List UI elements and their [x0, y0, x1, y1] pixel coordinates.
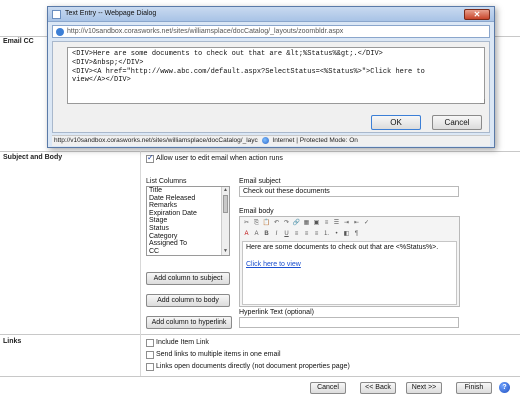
next-button[interactable]: Next >> — [406, 382, 442, 394]
email-body-editor[interactable]: ✂ ⎘ 📋 ↶ ↷ 🔗 ▦ ▣ ≡ ☰ ⇥ ⇤ ✓ A A B I U ≡ ≡ ≡ ⒈ • ◧ ¶ Here are some… — [239, 216, 460, 307]
subject-body-label: Subject and Body — [3, 154, 63, 161]
resize-grip-icon[interactable] — [480, 99, 485, 104]
include-item-link-label: Include Item Link — [156, 339, 209, 346]
paste-icon[interactable]: 📋 — [262, 219, 271, 227]
page-icon — [56, 28, 64, 36]
align-center-icon[interactable]: ≡ — [302, 230, 311, 238]
cut-icon[interactable]: ✂ — [242, 219, 251, 227]
bullet-list-icon[interactable]: • — [332, 230, 341, 238]
list-column-item[interactable]: Remarks — [147, 202, 221, 210]
listbox-scrollbar[interactable]: ▲ ▼ — [221, 187, 229, 255]
hyperlink-text-label: Hyperlink Text (optional) — [239, 309, 314, 316]
email-body-label: Email body — [239, 208, 274, 215]
dialog-close-button[interactable]: ✕ — [464, 9, 490, 20]
dialog-status-bar: http://v10sandbox.corasworks.net/sites/w… — [52, 135, 490, 146]
text-entry-dialog[interactable]: Text Entry -- Webpage Dialog ✕ http://v1… — [47, 6, 495, 148]
help-icon[interactable]: ? — [499, 382, 510, 393]
underline-icon[interactable]: U — [282, 230, 291, 238]
list-columns-listbox[interactable]: Title Date Released Remarks Expiration Date… — [146, 186, 230, 256]
align-left-icon[interactable]: ≡ — [292, 230, 301, 238]
dialog-body: <DIV>Here are some documents to check ou… — [52, 41, 490, 133]
list-column-item[interactable]: Status — [147, 225, 221, 233]
outdent-icon[interactable]: ⇤ — [352, 219, 361, 227]
image-icon[interactable]: ▣ — [312, 219, 321, 227]
dialog-address-bar: http://v10sandbox.corasworks.net/sites/w… — [52, 25, 490, 38]
add-column-hyperlink-button[interactable]: Add column to hyperlink — [146, 316, 232, 329]
status-zone: Internet | Protected Mode: On — [272, 137, 358, 144]
email-subject-input[interactable]: Check out these documents — [239, 186, 459, 197]
allow-edit-label: Allow user to edit email when action run… — [156, 155, 283, 162]
list-column-item[interactable]: Assigned To — [147, 240, 221, 248]
list-columns-header: List Columns — [146, 178, 187, 185]
email-body-link[interactable]: Click here to view — [246, 261, 453, 270]
allow-edit-checkbox[interactable] — [146, 153, 154, 163]
links-label: Links — [3, 338, 22, 345]
globe-icon — [261, 136, 269, 144]
editor-toolbar-row-1: ✂ ⎘ 📋 ↶ ↷ 🔗 ▦ ▣ ≡ ☰ ⇥ ⇤ ✓ — [242, 219, 372, 228]
links-open-directly-label: Links open documents directly (not docum… — [156, 363, 350, 370]
dialog-app-icon — [52, 10, 61, 19]
include-item-link-checkbox[interactable] — [146, 339, 154, 347]
cancel-button[interactable]: Cancel — [310, 382, 346, 394]
list-column-item[interactable]: Title — [147, 187, 221, 195]
footer-divider — [0, 376, 520, 377]
scroll-thumb[interactable] — [223, 195, 228, 213]
dialog-title: Text Entry -- Webpage Dialog — [65, 10, 157, 17]
rtl-icon[interactable]: ¶ — [352, 230, 361, 238]
email-cc-label: Email CC — [3, 38, 34, 45]
redo-icon[interactable]: ↷ — [282, 219, 291, 227]
scroll-down-icon[interactable]: ▼ — [222, 248, 229, 255]
back-button[interactable]: << Back — [360, 382, 396, 394]
hyperlink-text-input[interactable] — [239, 317, 459, 328]
dialog-address: http://v10sandbox.corasworks.net/sites/w… — [67, 28, 344, 35]
send-links-multiple-checkbox[interactable] — [146, 351, 154, 359]
undo-icon[interactable]: ↶ — [272, 219, 281, 227]
spell-icon[interactable]: ✓ — [362, 219, 371, 227]
align-right-icon[interactable]: ≡ — [312, 230, 321, 238]
numbered-list-icon[interactable]: ⒈ — [322, 230, 331, 238]
bold-icon[interactable]: B — [262, 230, 271, 238]
italic-icon[interactable]: I — [272, 230, 281, 238]
highlight-icon[interactable]: ◧ — [342, 230, 351, 238]
finish-button[interactable]: Finish — [456, 382, 492, 394]
table-icon[interactable]: ▦ — [302, 219, 311, 227]
add-column-subject-button[interactable]: Add column to subject — [146, 272, 230, 285]
list-icon[interactable]: ☰ — [332, 219, 341, 227]
font-color-icon[interactable]: A — [242, 230, 251, 238]
send-links-multiple-label: Send links to multiple items in one emai… — [156, 351, 281, 358]
html-code-textarea[interactable]: <DIV>Here are some documents to check ou… — [67, 47, 485, 104]
dialog-cancel-button[interactable]: Cancel — [432, 115, 482, 130]
list-column-item[interactable]: CC — [147, 248, 221, 256]
links-column-divider — [140, 334, 141, 376]
email-subject-label: Email subject — [239, 178, 281, 185]
editor-toolbar-row-2: A A B I U ≡ ≡ ≡ ⒈ • ◧ ¶ — [242, 230, 362, 239]
align-icon[interactable]: ≡ — [322, 219, 331, 227]
copy-icon[interactable]: ⎘ — [252, 219, 261, 227]
list-column-item[interactable]: Expiration Date — [147, 210, 221, 218]
scroll-up-icon[interactable]: ▲ — [222, 187, 229, 194]
dialog-ok-button[interactable]: OK — [371, 115, 421, 130]
font-size-icon[interactable]: A — [252, 230, 261, 238]
status-url: http://v10sandbox.corasworks.net/sites/w… — [54, 137, 258, 144]
links-open-directly-checkbox[interactable] — [146, 363, 154, 371]
list-column-item[interactable]: Stage — [147, 217, 221, 225]
list-column-item[interactable]: Category — [147, 233, 221, 241]
list-columns-items: Title Date Released Remarks Expiration Date… — [147, 187, 221, 255]
email-body-content[interactable]: Here are some documents to check out tha… — [242, 241, 457, 305]
indent-icon[interactable]: ⇥ — [342, 219, 351, 227]
column-divider — [140, 151, 141, 334]
email-body-text: Here are some documents to check out tha… — [246, 244, 439, 251]
dialog-title-bar[interactable]: Text Entry -- Webpage Dialog ✕ — [48, 7, 494, 22]
add-column-body-button[interactable]: Add column to body — [146, 294, 230, 307]
subject-divider — [0, 151, 520, 152]
link-icon[interactable]: 🔗 — [292, 219, 301, 227]
list-column-item[interactable]: Date Released — [147, 195, 221, 203]
links-divider — [0, 334, 520, 335]
